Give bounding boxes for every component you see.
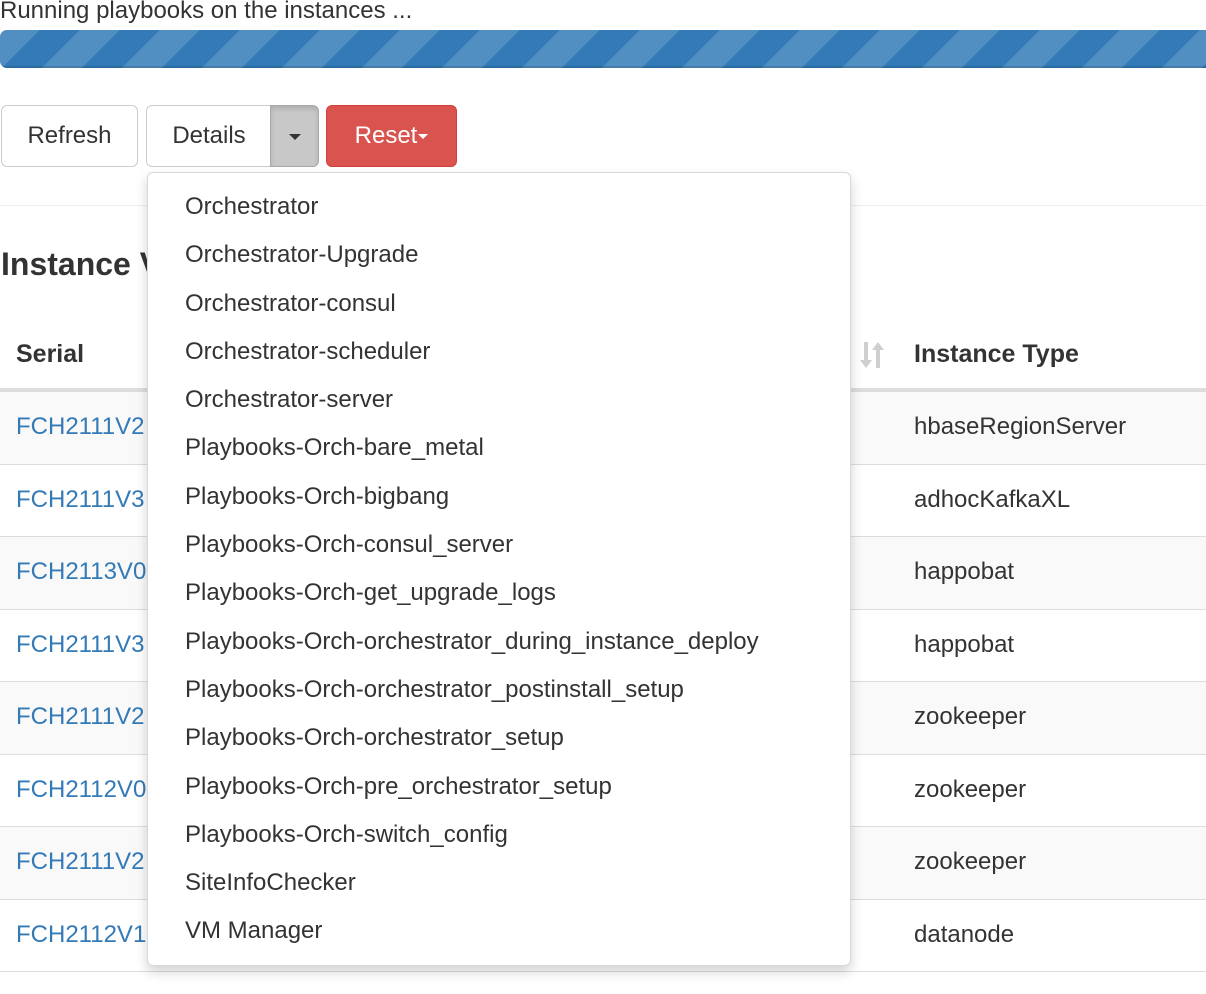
- dropdown-item[interactable]: SiteInfoChecker: [148, 859, 850, 907]
- instance-type-cell: hbaseRegionServer: [914, 413, 1127, 440]
- instance-type-cell: adhocKafkaXL: [914, 485, 1071, 513]
- serial-link[interactable]: FCH2113V0: [16, 558, 146, 586]
- serial-link[interactable]: FCH2111V3: [16, 631, 145, 659]
- serial-link[interactable]: FCH2111V3: [16, 486, 145, 514]
- reset-button[interactable]: Reset: [326, 105, 457, 167]
- dropdown-item[interactable]: Orchestrator-consul: [148, 280, 850, 328]
- dropdown-item[interactable]: Playbooks-Orch-orchestrator_setup: [148, 714, 850, 762]
- progress-bar: [0, 30, 1206, 68]
- instance-type-cell: zookeeper: [914, 848, 1027, 875]
- instance-type-cell: happobat: [914, 558, 1015, 585]
- dropdown-item[interactable]: Playbooks-Orch-orchestrator_postinstall_…: [148, 666, 850, 714]
- caret-down-icon: [288, 133, 301, 140]
- serial-link[interactable]: FCH2112V0: [16, 776, 146, 804]
- sort-icon[interactable]: [858, 340, 886, 370]
- progress-bar-fill: [0, 30, 1206, 68]
- details-dropdown-menu: Orchestrator Orchestrator-Upgrade Orchestr…: [147, 172, 851, 966]
- dropdown-item[interactable]: VM Manager: [148, 907, 850, 955]
- column-header-instance-type[interactable]: Instance Type: [914, 340, 1079, 369]
- dropdown-item[interactable]: Orchestrator-scheduler: [148, 328, 850, 376]
- serial-link[interactable]: FCH2111V2: [16, 703, 145, 731]
- dropdown-item[interactable]: Playbooks-Orch-get_upgrade_logs: [148, 569, 850, 617]
- instance-type-cell: zookeeper: [914, 703, 1027, 730]
- serial-link[interactable]: FCH2112V1: [16, 921, 146, 949]
- refresh-button[interactable]: Refresh: [1, 105, 138, 167]
- section-title: Instance V: [1, 246, 162, 282]
- serial-link[interactable]: FCH2111V2: [16, 413, 145, 441]
- dropdown-item[interactable]: Playbooks-Orch-bare_metal: [148, 424, 850, 472]
- reset-button-label: Reset: [354, 122, 418, 149]
- dropdown-item[interactable]: Orchestrator-server: [148, 376, 850, 424]
- details-dropdown-toggle[interactable]: [270, 105, 319, 167]
- dropdown-item[interactable]: Playbooks-Orch-switch_config: [148, 811, 850, 859]
- dropdown-item[interactable]: Playbooks-Orch-orchestrator_during_insta…: [148, 618, 850, 666]
- dropdown-item[interactable]: Playbooks-Orch-pre_orchestrator_setup: [148, 763, 850, 811]
- dropdown-item[interactable]: Playbooks-Orch-consul_server: [148, 521, 850, 569]
- dropdown-item[interactable]: Playbooks-Orch-bigbang: [148, 473, 850, 521]
- instance-type-cell: zookeeper: [914, 775, 1027, 803]
- column-header-serial[interactable]: Serial: [16, 340, 84, 369]
- serial-link[interactable]: FCH2111V2: [16, 848, 145, 876]
- caret-down-icon: [418, 134, 429, 140]
- instance-type-cell: datanode: [914, 920, 1015, 948]
- dropdown-item[interactable]: Orchestrator-Upgrade: [148, 231, 850, 279]
- status-message: Running playbooks on the instances ...: [0, 0, 413, 24]
- details-button[interactable]: Details: [146, 105, 272, 167]
- instance-type-cell: happobat: [914, 630, 1015, 658]
- dropdown-item[interactable]: Orchestrator: [148, 183, 850, 231]
